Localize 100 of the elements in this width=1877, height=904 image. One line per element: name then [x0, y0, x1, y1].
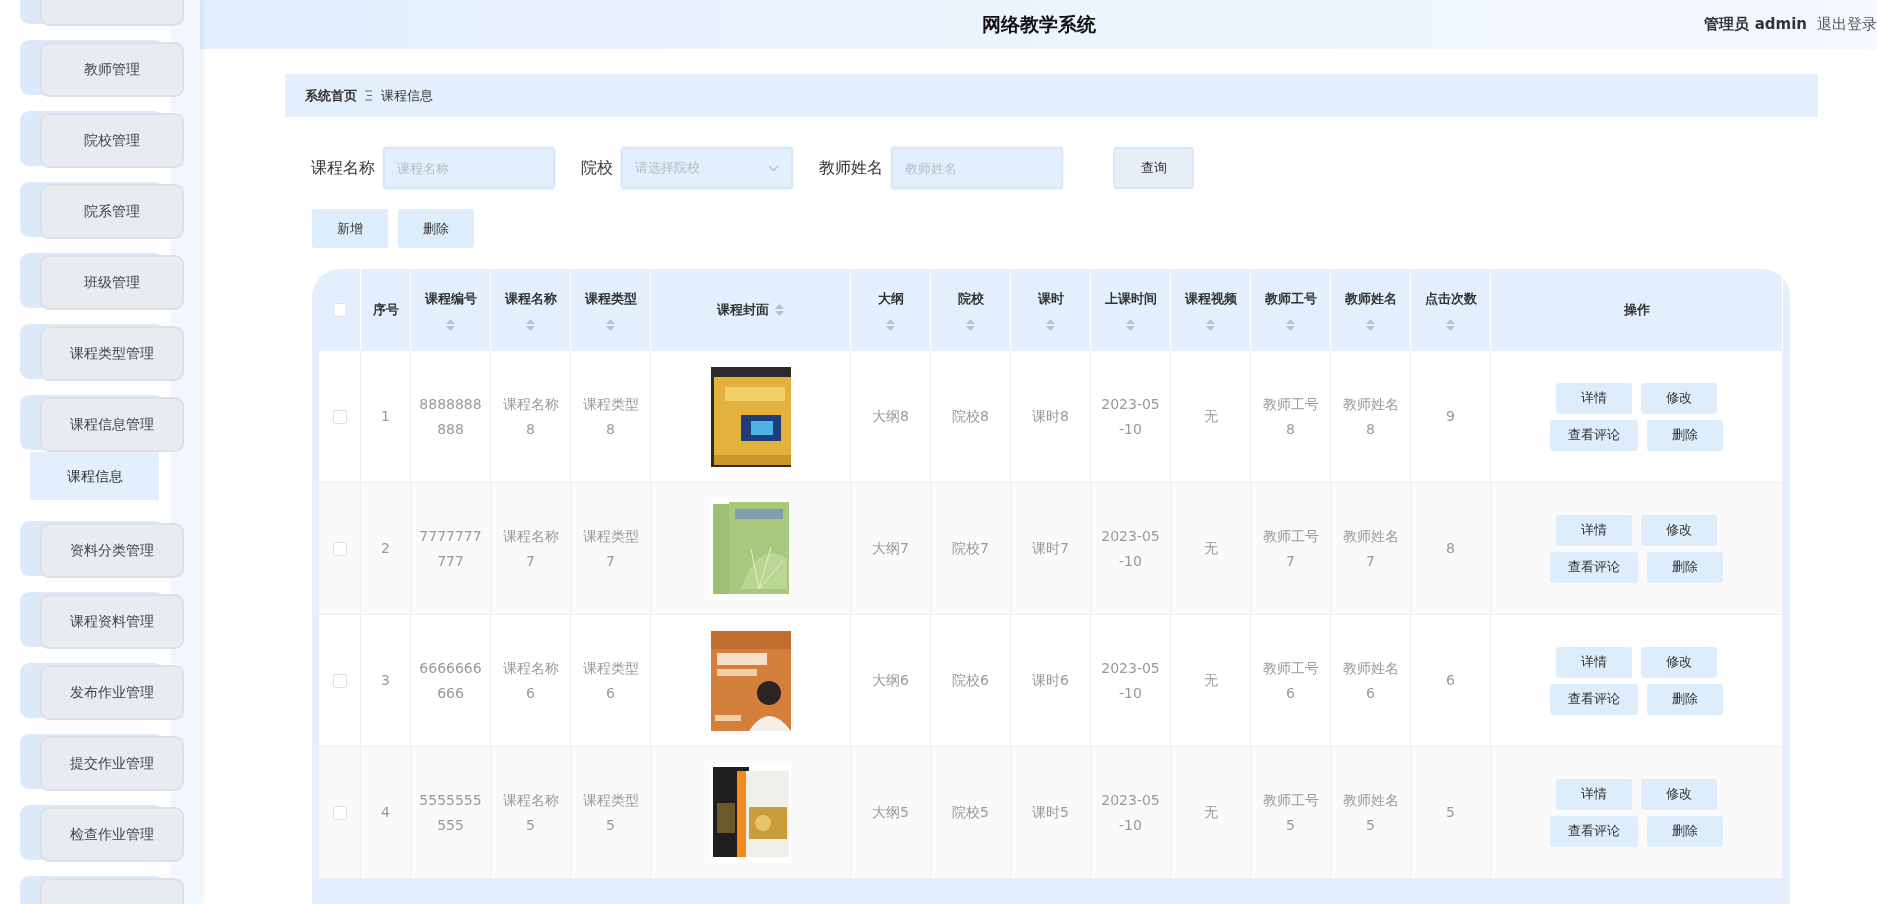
- details-button[interactable]: 详情: [1556, 778, 1632, 810]
- table-cell: 教师姓名5: [1331, 747, 1411, 879]
- edit-button[interactable]: 修改: [1641, 382, 1717, 414]
- details-button[interactable]: 详情: [1556, 646, 1632, 678]
- table-cell: 教师工号8: [1251, 351, 1331, 483]
- row-checkbox[interactable]: [332, 409, 347, 424]
- table-cell: 大纲5: [851, 747, 931, 879]
- field-label: 课程名称: [311, 157, 375, 179]
- add-button[interactable]: 新增: [312, 209, 388, 248]
- table-cell: 8: [1411, 483, 1491, 615]
- table-cell: 2023-05-10: [1091, 615, 1171, 747]
- breadcrumb-current: 课程信息: [381, 86, 433, 105]
- app-title: 网络教学系统: [981, 12, 1096, 38]
- table-cell: 课程名称8: [491, 351, 571, 483]
- select-all-checkbox[interactable]: [332, 303, 347, 317]
- sort-icon[interactable]: [1446, 318, 1455, 331]
- table-cell: 教师姓名7: [1331, 483, 1411, 615]
- table-cell: 课程类型8: [571, 351, 651, 483]
- column-header: 教师工号: [1264, 290, 1317, 309]
- table-cell: 大纲6: [851, 615, 931, 747]
- column-header: 操作: [1623, 301, 1650, 320]
- chevron-down-icon: [768, 164, 779, 172]
- separator-icon: [365, 90, 373, 101]
- table-cell: 课时8: [1011, 351, 1091, 483]
- delete-button[interactable]: 删除: [398, 209, 474, 248]
- user-name: 管理员 admin: [1704, 14, 1807, 36]
- table-cell: 8888888888: [411, 351, 491, 483]
- table-cell: 课程类型6: [571, 615, 651, 747]
- row-checkbox[interactable]: [332, 673, 347, 688]
- table-cell: 无: [1171, 483, 1251, 615]
- table-cell: 无: [1171, 615, 1251, 747]
- sort-icon[interactable]: [775, 304, 784, 316]
- search-button[interactable]: 查询: [1113, 147, 1194, 189]
- sort-icon[interactable]: [1046, 318, 1055, 331]
- table-cell: 课程名称5: [491, 747, 571, 879]
- table-cell: 2023-05-10: [1091, 351, 1171, 483]
- table-cell: 课程名称6: [491, 615, 571, 747]
- table-cell: 教师工号6: [1251, 615, 1331, 747]
- table-cell: 6: [1411, 615, 1491, 747]
- table-cell: 5555555555: [411, 747, 491, 879]
- sort-icon[interactable]: [886, 318, 895, 331]
- submenu-item[interactable]: 课程信息: [30, 452, 159, 500]
- table-cell: 无: [1171, 351, 1251, 483]
- table-cell: 大纲7: [851, 483, 931, 615]
- table-cell: 课程类型5: [571, 747, 651, 879]
- details-button[interactable]: 详情: [1556, 382, 1632, 414]
- table-cell: 院校8: [931, 351, 1011, 483]
- details-button[interactable]: 详情: [1556, 514, 1632, 546]
- column-header: 课程编号: [424, 290, 477, 309]
- column-header: 课程视频: [1184, 290, 1237, 309]
- table-cell: 大纲8: [851, 351, 931, 483]
- delete-button[interactable]: 删除: [1647, 551, 1723, 583]
- edit-button[interactable]: 修改: [1641, 514, 1717, 546]
- sort-icon[interactable]: [1126, 318, 1135, 331]
- sort-icon[interactable]: [446, 318, 455, 331]
- sort-icon[interactable]: [1206, 318, 1215, 331]
- field-label: 院校: [581, 157, 613, 179]
- delete-button[interactable]: 删除: [1647, 683, 1723, 715]
- column-header: 大纲: [877, 290, 904, 309]
- row-checkbox[interactable]: [332, 805, 347, 820]
- breadcrumb-link[interactable]: 系统首页: [305, 85, 357, 106]
- table-cell: 4: [361, 747, 411, 879]
- table-cell: 2023-05-10: [1091, 483, 1171, 615]
- comments-button[interactable]: 查看评论: [1550, 419, 1638, 451]
- sort-icon[interactable]: [966, 318, 975, 331]
- table-cell: 2023-05-10: [1091, 747, 1171, 879]
- table-cell: 2: [361, 483, 411, 615]
- comments-button[interactable]: 查看评论: [1550, 551, 1638, 583]
- table-cell: 院校6: [931, 615, 1011, 747]
- table-cell: 教师姓名8: [1331, 351, 1411, 483]
- table-cell: 课程类型7: [571, 483, 651, 615]
- table-cell: 院校5: [931, 747, 1011, 879]
- column-header: 序号: [372, 301, 399, 320]
- sort-icon[interactable]: [1366, 318, 1375, 331]
- row-checkbox[interactable]: [332, 541, 347, 556]
- comments-button[interactable]: 查看评论: [1550, 683, 1638, 715]
- column-header: 点击次数: [1424, 290, 1477, 309]
- delete-button[interactable]: 删除: [1647, 419, 1723, 451]
- sort-icon[interactable]: [526, 318, 535, 331]
- edit-button[interactable]: 修改: [1641, 778, 1717, 810]
- table-cell: 教师工号7: [1251, 483, 1331, 615]
- table-cell: 课时5: [1011, 747, 1091, 879]
- comments-button[interactable]: 查看评论: [1550, 815, 1638, 847]
- field-label: 教师姓名: [819, 157, 883, 179]
- table-cell: 无: [1171, 747, 1251, 879]
- table-cell: 5: [1411, 747, 1491, 879]
- table-cell: 课时7: [1011, 483, 1091, 615]
- column-header: 院校: [957, 290, 984, 309]
- edit-button[interactable]: 修改: [1641, 646, 1717, 678]
- sort-icon[interactable]: [1286, 318, 1295, 331]
- table-cell: 课时6: [1011, 615, 1091, 747]
- logout-link[interactable]: 退出登录: [1817, 13, 1877, 36]
- sort-icon[interactable]: [606, 318, 615, 331]
- column-header: 课时: [1037, 290, 1064, 309]
- table-cell: 9: [1411, 351, 1491, 483]
- column-header: 教师姓名: [1344, 290, 1397, 309]
- column-header: 课程封面: [717, 301, 769, 320]
- column-header: 课程名称: [504, 290, 557, 309]
- delete-button[interactable]: 删除: [1647, 815, 1723, 847]
- table-cell: 院校7: [931, 483, 1011, 615]
